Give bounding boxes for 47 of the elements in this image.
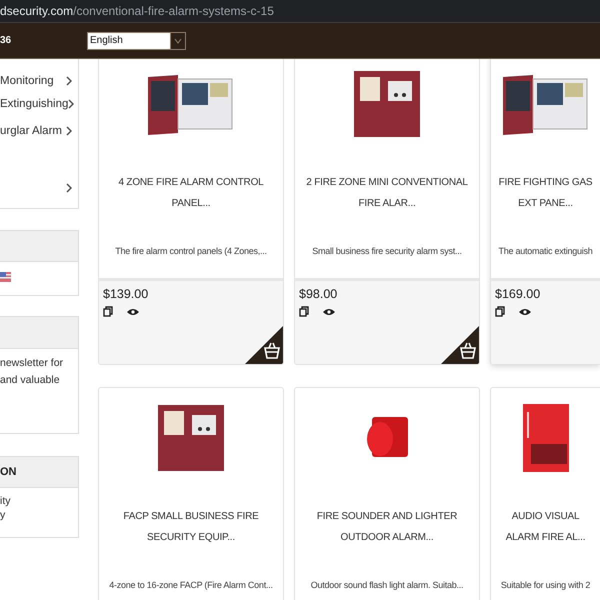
url-path: /conventional-fire-alarm-systems-c-15 — [73, 4, 274, 18]
product-description: Small business fire security alarm syst... — [311, 245, 463, 258]
product-description: Suitable for using with 2 — [500, 579, 592, 592]
add-to-cart-button[interactable] — [441, 326, 479, 364]
chevron-right-icon — [66, 76, 72, 86]
control-panel-photo-drawing[interactable] — [352, 69, 422, 139]
url-domain: dsecurity.com — [0, 4, 74, 18]
chevron-right-icon — [68, 98, 74, 108]
compare-icon[interactable] — [495, 306, 505, 317]
info-link[interactable]: ity — [0, 494, 78, 508]
product-description: Outdoor sound flash light alarm. Suitab... — [310, 579, 464, 592]
address-bar[interactable]: dsecurity.com/conventional-fire-alarm-systems-c-15 — [0, 0, 600, 23]
control-panel-photo-drawing[interactable] — [156, 403, 226, 473]
category-item[interactable]: Extinguishing — [0, 92, 78, 115]
chevron-right-icon[interactable] — [66, 183, 72, 193]
product-title[interactable]: FACP SMALL BUSINESS FIRE SECURITY EQUIP... — [99, 506, 283, 558]
product-title[interactable]: 2 FIRE ZONE MINI CONVENTIONAL FIRE ALAR... — [295, 172, 479, 224]
compare-icon[interactable] — [103, 306, 113, 317]
product-price: $98.00 — [299, 287, 338, 301]
newsletter-text: newsletter for — [0, 356, 64, 371]
product-price: $169.00 — [495, 287, 542, 301]
eye-icon[interactable] — [127, 308, 139, 316]
chevron-right-icon — [66, 126, 72, 136]
us-flag-icon[interactable] — [0, 272, 11, 282]
compare-icon[interactable] — [299, 306, 309, 317]
category-item[interactable]: Monitoring — [0, 69, 78, 92]
sounder-photo-drawing[interactable] — [366, 417, 408, 459]
product-price: $139.00 — [103, 287, 150, 301]
product-title[interactable]: FIRE SOUNDER AND LIGHTER OUTDOOR ALARM... — [295, 506, 479, 558]
product-title[interactable]: FIRE FIGHTING GAS EXT PANE... — [491, 172, 600, 224]
strobe-photo-drawing[interactable] — [522, 404, 568, 472]
eye-icon[interactable] — [519, 308, 531, 316]
category-item[interactable]: urglar Alarm — [0, 115, 78, 147]
info-link[interactable]: y — [0, 508, 78, 522]
phone-number: 36 — [0, 35, 12, 46]
newsletter-text: and valuable — [0, 373, 61, 388]
language-select[interactable]: English — [87, 32, 186, 50]
eye-icon[interactable] — [323, 308, 335, 316]
product-title[interactable]: 4 ZONE FIRE ALARM CONTROL PANEL... — [99, 172, 283, 224]
add-to-cart-button[interactable] — [245, 326, 283, 364]
control-panel-photo-drawing[interactable] — [502, 73, 588, 135]
control-panel-photo-drawing[interactable] — [148, 73, 234, 135]
panel-title: ON — [0, 466, 16, 478]
product-description: The fire alarm control panels (4 Zones,... — [114, 245, 268, 258]
product-description: 4-zone to 16-zone FACP (Fire Alarm Cont... — [108, 579, 274, 592]
product-title[interactable]: AUDIO VISUAL ALARM FIRE AL... — [491, 506, 600, 558]
product-description: The automatic extinguish — [497, 245, 594, 258]
